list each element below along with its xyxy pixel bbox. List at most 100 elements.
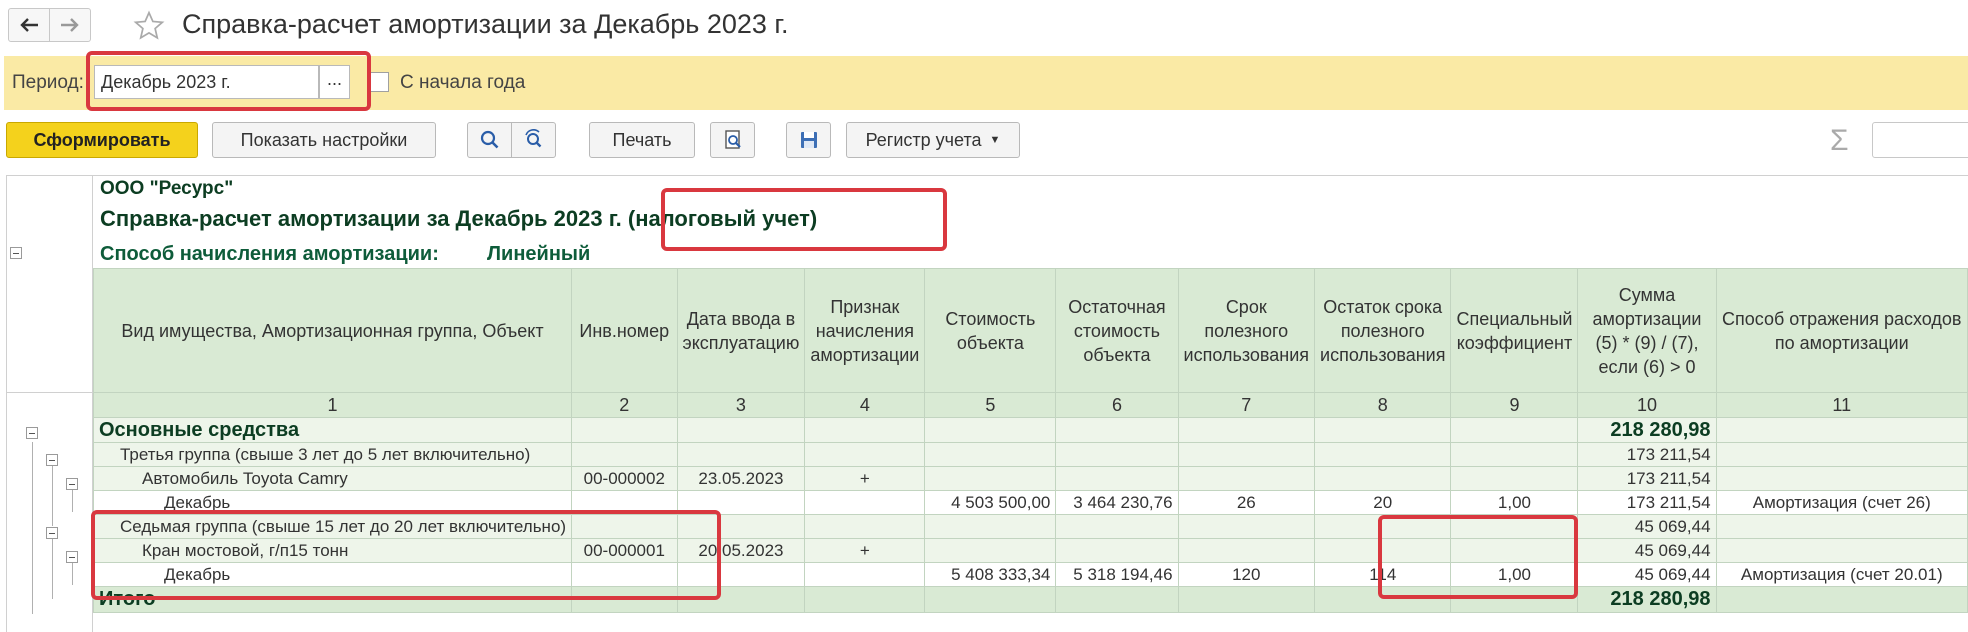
cell (1715, 466, 1968, 491)
row-sum: 173 211,54 (1577, 442, 1717, 467)
collapse-group-icon[interactable] (26, 427, 38, 439)
collapse-subgroup-icon[interactable] (46, 527, 58, 539)
cell: Амортизация (счет 26) (1715, 490, 1968, 515)
column-header: Инв.номер (571, 268, 678, 393)
print-button[interactable]: Печать (589, 122, 695, 158)
sum-field[interactable] (1872, 122, 1968, 158)
search-next-icon (524, 129, 541, 148)
sigma-icon[interactable]: Σ (1830, 124, 1849, 158)
cell: 3 464 230,76 (1055, 490, 1179, 515)
cell (676, 442, 806, 467)
column-header: Признак начисления амортизации (804, 268, 926, 393)
highlight-tax-accounting (661, 188, 947, 251)
column-header: Способ отражения расходов по амортизации (1715, 268, 1968, 393)
chevron-down-icon: ▼ (989, 134, 1001, 146)
column-number: 7 (1177, 392, 1316, 418)
table-row[interactable]: Основные средства 218 280,98 (92, 417, 1968, 443)
search-icon (480, 130, 498, 149)
register-dropdown[interactable]: Регистр учета ▼ (846, 122, 1020, 158)
row-sum: 173 211,54 (1577, 490, 1717, 515)
tree-line (32, 442, 33, 614)
collapse-subgroup-icon[interactable] (46, 454, 58, 466)
column-number: 8 (1314, 392, 1452, 418)
cell: 20 (1314, 490, 1452, 515)
from-year-start-label: С начала года (400, 72, 526, 93)
tree-line (72, 490, 73, 512)
cell (1055, 466, 1179, 491)
cell (1450, 442, 1579, 467)
cell: 00-000002 (571, 466, 678, 491)
cell (924, 538, 1057, 563)
report-org: ООО "Ресурс" (100, 178, 234, 199)
column-header: Сумма амортизации (5) * (9) / (7), если … (1577, 268, 1717, 393)
cell (1715, 586, 1968, 613)
favorite-star-icon[interactable] (132, 10, 166, 42)
row-name: Основные средства (92, 417, 573, 443)
cell: 5 318 194,46 (1055, 562, 1179, 587)
collapse-item-icon[interactable] (66, 551, 78, 563)
period-label: Период: (12, 72, 84, 93)
search-button[interactable] (467, 122, 512, 158)
row-sum: 45 069,44 (1577, 562, 1717, 587)
back-button[interactable] (8, 8, 50, 42)
cell (924, 442, 1057, 467)
forward-button[interactable] (49, 8, 91, 42)
cell: Амортизация (счет 20.01) (1715, 562, 1968, 587)
window-title: Справка-расчет амортизации за Декабрь 20… (182, 9, 789, 39)
from-year-start-checkbox[interactable] (369, 72, 389, 92)
column-number: 4 (804, 392, 926, 418)
tree-line (52, 466, 53, 526)
method-label: Способ начисления амортизации: (100, 243, 439, 265)
cell: 1,00 (1450, 490, 1579, 515)
cell (1715, 538, 1968, 563)
row-sum: 45 069,44 (1577, 514, 1717, 539)
highlight-seventh-sums (1378, 515, 1578, 599)
cell: + (804, 466, 926, 491)
cell (804, 586, 926, 613)
cell (1055, 417, 1179, 443)
cell (804, 490, 926, 515)
cell (1314, 466, 1452, 491)
save-button[interactable] (786, 122, 831, 158)
column-header: Вид имущества, Амортизационная группа, О… (92, 268, 573, 393)
row-sum: 173 211,54 (1577, 466, 1717, 491)
collapse-header-icon[interactable] (10, 247, 22, 259)
cell: 5 408 333,34 (924, 562, 1057, 587)
column-number: 9 (1450, 392, 1579, 418)
search-next-button[interactable] (511, 122, 556, 158)
collapse-item-icon[interactable] (66, 478, 78, 490)
column-header: Срок полезного использования (1177, 268, 1316, 393)
table-row[interactable]: Автомобиль Toyota Camry 00-000002 23.05.… (92, 466, 1968, 491)
column-numbers-row: 1 2 3 4 5 6 7 8 9 10 11 (92, 392, 1968, 418)
print-preview-button[interactable] (710, 122, 755, 158)
cell (1177, 417, 1316, 443)
table-row[interactable]: Третья группа (свыше 3 лет до 5 лет вклю… (92, 442, 1968, 467)
cell (571, 417, 678, 443)
generate-button[interactable]: Сформировать (6, 122, 198, 158)
show-settings-button[interactable]: Показать настройки (212, 122, 436, 158)
cell (1450, 466, 1579, 491)
cell (804, 514, 926, 539)
column-header: Дата ввода в эксплуатацию (676, 268, 806, 393)
cell (676, 417, 806, 443)
column-header: Стоимость объекта (924, 268, 1057, 393)
cell (804, 442, 926, 467)
cell (1715, 514, 1968, 539)
column-header: Остаток срока полезного использования (1314, 268, 1452, 393)
row-sum: 218 280,98 (1577, 417, 1717, 443)
column-header: Специальный коэффициент (1450, 268, 1579, 393)
cell: 4 503 500,00 (924, 490, 1057, 515)
cell (1450, 417, 1579, 443)
highlight-period (86, 51, 371, 111)
cell: 23.05.2023 (676, 466, 806, 491)
cell (1177, 442, 1316, 467)
arrow-right-icon (61, 18, 79, 32)
column-number: 1 (92, 392, 573, 418)
cell (1177, 586, 1316, 613)
register-dropdown-label: Регистр учета (865, 129, 982, 150)
column-number: 2 (571, 392, 678, 418)
cell (1177, 514, 1316, 539)
gutter-divider-h (6, 392, 93, 393)
cell (924, 586, 1057, 613)
cell (1715, 417, 1968, 443)
